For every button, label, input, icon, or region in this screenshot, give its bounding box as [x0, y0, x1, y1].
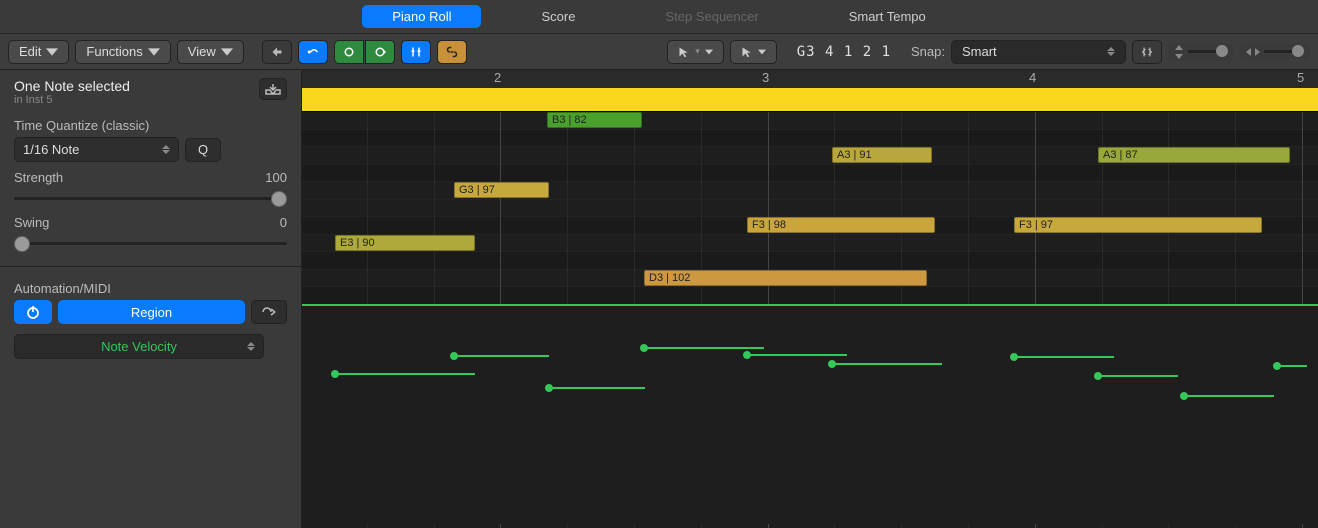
edit-menu[interactable]: Edit	[8, 40, 69, 64]
horizontal-zoom-slider[interactable]	[1240, 45, 1310, 59]
midi-note[interactable]: D3 | 102	[644, 270, 927, 286]
strength-value: 100	[265, 170, 287, 185]
velocity-point[interactable]	[743, 351, 751, 359]
velocity-point[interactable]	[1180, 392, 1188, 400]
midi-out-a-button[interactable]	[334, 40, 364, 64]
tab-score[interactable]: Score	[511, 5, 605, 28]
snap-mode-select[interactable]: Smart	[951, 40, 1126, 64]
midi-note[interactable]: A3 | 87	[1098, 147, 1290, 163]
catch-playhead-button[interactable]	[262, 40, 292, 64]
swing-label: Swing	[14, 215, 49, 230]
quantize-button[interactable]: Q	[185, 138, 221, 162]
swing-slider[interactable]	[14, 234, 287, 252]
bar-ruler[interactable]: 2345	[302, 88, 1318, 112]
tab-smart-tempo[interactable]: Smart Tempo	[819, 5, 956, 28]
inspector-panel: One Note selected in Inst 5 Time Quantiz…	[0, 70, 302, 528]
velocity-point[interactable]	[1094, 372, 1102, 380]
cycle-button[interactable]	[251, 300, 287, 324]
selection-sub: in Inst 5	[14, 94, 130, 106]
alt-tool[interactable]	[730, 40, 777, 64]
midi-note[interactable]: F3 | 97	[1014, 217, 1262, 233]
velocity-point[interactable]	[1010, 353, 1018, 361]
editor-tab-bar: Piano Roll Score Step Sequencer Smart Te…	[0, 0, 1318, 34]
strength-label: Strength	[14, 170, 63, 185]
link-button[interactable]	[437, 40, 467, 64]
automation-param-select[interactable]: Note Velocity	[14, 334, 264, 359]
velocity-point[interactable]	[1273, 362, 1281, 370]
bar-number: 2	[494, 70, 501, 85]
velocity-point[interactable]	[828, 360, 836, 368]
power-button[interactable]	[14, 300, 52, 324]
bar-number: 4	[1029, 70, 1036, 85]
automation-label: Automation/MIDI	[14, 281, 287, 296]
tab-piano-roll[interactable]: Piano Roll	[362, 5, 481, 28]
quantize-label: Time Quantize (classic)	[14, 118, 287, 133]
velocity-point[interactable]	[640, 344, 648, 352]
piano-roll-toolbar: Edit Functions View ▾ G3 4 1 2 1 Snap: S…	[0, 34, 1318, 70]
functions-menu[interactable]: Functions	[75, 40, 170, 64]
midi-note[interactable]: E3 | 90	[335, 235, 475, 251]
tab-step-sequencer: Step Sequencer	[635, 5, 788, 28]
velocity-point[interactable]	[331, 370, 339, 378]
automation-lane[interactable]	[302, 304, 1318, 524]
midi-note[interactable]: A3 | 91	[832, 147, 932, 163]
bar-number: 3	[762, 70, 769, 85]
selection-title: One Note selected	[14, 78, 130, 94]
collapse-button[interactable]	[401, 40, 431, 64]
zoom-fit-h-button[interactable]	[1132, 40, 1162, 64]
view-menu[interactable]: View	[177, 40, 244, 64]
velocity-point[interactable]	[450, 352, 458, 360]
swing-value: 0	[280, 215, 287, 230]
bar-number: 5	[1297, 70, 1304, 85]
quantize-select[interactable]: 1/16 Note	[14, 137, 179, 162]
pointer-tool[interactable]: ▾	[667, 40, 724, 64]
strength-slider[interactable]	[14, 189, 287, 207]
inbox-button[interactable]	[259, 78, 287, 100]
vertical-zoom-slider[interactable]	[1168, 43, 1234, 61]
note-grid[interactable]: B3 | 82 A3 | 91 A3 | 87 G3 | 97 F3 | 98 F3 | …	[302, 112, 1318, 528]
midi-note[interactable]: B3 | 82	[547, 112, 642, 128]
piano-roll-area[interactable]: 2345 B3 | 82A3 | 91A3 | 87G3 | 97F3 | 98…	[302, 70, 1318, 528]
snap-label: Snap:	[911, 44, 945, 59]
playhead-position: G3 4 1 2 1	[783, 44, 905, 60]
velocity-point[interactable]	[545, 384, 553, 392]
region-button[interactable]: Region	[58, 300, 245, 324]
midi-note[interactable]: F3 | 98	[747, 217, 935, 233]
midi-in-button[interactable]	[298, 40, 328, 64]
midi-note[interactable]: G3 | 97	[454, 182, 549, 198]
midi-out-b-button[interactable]	[365, 40, 395, 64]
